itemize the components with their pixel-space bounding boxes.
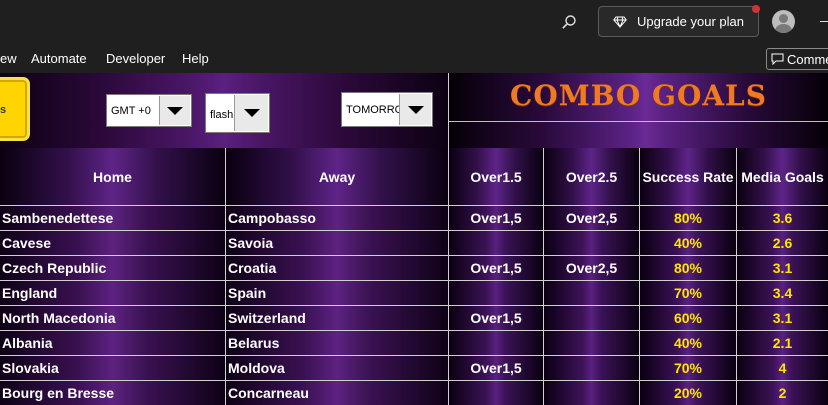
cell-media-goals[interactable]: 2.6 <box>737 230 828 255</box>
page-title: COMBO GOALS <box>510 79 767 112</box>
day-value: TOMORRO <box>346 104 404 116</box>
cell-over15[interactable] <box>449 280 544 305</box>
cell-away[interactable]: Belarus <box>226 330 449 355</box>
cell-media-goals[interactable]: 3.6 <box>737 205 828 230</box>
col-header-over15[interactable]: Over1.5 <box>449 148 544 205</box>
table-row: Slovakia Moldova Over1,5 70% 4 <box>0 355 828 380</box>
cell-over25[interactable] <box>544 230 640 255</box>
filter-dropdown[interactable]: flash <box>205 93 270 133</box>
col-header-over25[interactable]: Over2.5 <box>544 148 640 205</box>
cell-success-rate[interactable]: 60% <box>640 305 737 330</box>
cell-away[interactable]: Savoia <box>226 230 449 255</box>
avatar[interactable] <box>772 10 795 33</box>
cell-over15[interactable] <box>449 230 544 255</box>
col-header-away[interactable]: Away <box>226 148 449 205</box>
cell-over25[interactable] <box>544 280 640 305</box>
cell-away[interactable]: Concarneau <box>226 380 449 405</box>
chevron-down-icon[interactable] <box>399 94 431 125</box>
cell-media-goals[interactable]: 2.1 <box>737 330 828 355</box>
cell-home[interactable]: England <box>0 280 226 305</box>
ribbon-tabs: ew Automate Developer Help Comme <box>0 44 828 73</box>
cell-success-rate[interactable]: 80% <box>640 205 737 230</box>
chevron-down-icon[interactable] <box>234 95 268 131</box>
title-bar: Upgrade your plan <box>0 0 828 44</box>
cell-away[interactable]: Moldova <box>226 355 449 380</box>
cell-over25[interactable] <box>544 380 640 405</box>
timezone-dropdown[interactable]: GMT +0 <box>106 94 192 127</box>
spreadsheet-area: COMBO GOALS s GMT +0 flash TOMORRO Home … <box>0 73 828 405</box>
comment-icon <box>771 53 784 65</box>
cell-success-rate[interactable]: 40% <box>640 330 737 355</box>
cell-media-goals[interactable]: 3.1 <box>737 305 828 330</box>
cell-over15[interactable] <box>449 330 544 355</box>
diamond-icon <box>613 16 627 28</box>
table-header-row: Home Away Over1.5 Over2.5 Success Rate M… <box>0 148 828 205</box>
table-row: Cavese Savoia 40% 2.6 <box>0 230 828 255</box>
cell-media-goals[interactable]: 2 <box>737 380 828 405</box>
cell-over25[interactable] <box>544 305 640 330</box>
refresh-button-label: s <box>0 104 7 116</box>
table-row: Sambenedettese Campobasso Over1,5 Over2,5 80… <box>0 205 828 230</box>
upgrade-plan-button[interactable]: Upgrade your plan <box>598 6 759 37</box>
cell-success-rate[interactable]: 70% <box>640 280 737 305</box>
table-row: Bourg en Bresse Concarneau 20% 2 <box>0 380 828 405</box>
comments-label: Comme <box>787 51 828 67</box>
chevron-down-icon[interactable] <box>159 96 190 125</box>
refresh-button[interactable]: s <box>0 77 30 141</box>
cell-away[interactable]: Croatia <box>226 255 449 280</box>
table-row: Czech Republic Croatia Over1,5 Over2,5 80% 3.… <box>0 255 828 280</box>
cell-media-goals[interactable]: 3.4 <box>737 280 828 305</box>
notification-dot <box>752 5 760 13</box>
tab-view[interactable]: ew <box>0 51 17 66</box>
cell-away[interactable]: Campobasso <box>226 205 449 230</box>
search-icon[interactable] <box>556 10 582 34</box>
day-dropdown[interactable]: TOMORRO <box>341 92 433 127</box>
cell-success-rate[interactable]: 70% <box>640 355 737 380</box>
col-header-success-rate[interactable]: Success Rate <box>640 148 737 205</box>
cell-home[interactable]: Bourg en Bresse <box>0 380 226 405</box>
cell-home[interactable]: Cavese <box>0 230 226 255</box>
cell-away[interactable]: Switzerland <box>226 305 449 330</box>
col-header-media-goals[interactable]: Media Goals <box>737 148 828 205</box>
table-row: England Spain 70% 3.4 <box>0 280 828 305</box>
tab-help[interactable]: Help <box>182 51 209 66</box>
cell-over25[interactable] <box>544 355 640 380</box>
minimize-icon[interactable] <box>820 21 828 22</box>
cell-home[interactable]: Czech Republic <box>0 255 226 280</box>
cell-over25[interactable]: Over2,5 <box>544 205 640 230</box>
cell-media-goals[interactable]: 4 <box>737 355 828 380</box>
cell-over15[interactable] <box>449 380 544 405</box>
cell-media-goals[interactable]: 3.1 <box>737 255 828 280</box>
cell-success-rate[interactable]: 80% <box>640 255 737 280</box>
cell-home[interactable]: Slovakia <box>0 355 226 380</box>
cell-success-rate[interactable]: 20% <box>640 380 737 405</box>
cell-over15[interactable]: Over1,5 <box>449 305 544 330</box>
filter-value: flash <box>210 109 234 121</box>
table-row: North Macedonia Switzerland Over1,5 60% 3.1 <box>0 305 828 330</box>
upgrade-plan-label: Upgrade your plan <box>637 14 744 29</box>
cell-over25[interactable]: Over2,5 <box>544 255 640 280</box>
cell-over15[interactable]: Over1,5 <box>449 255 544 280</box>
cell-over25[interactable] <box>544 330 640 355</box>
cell-home[interactable]: Sambenedettese <box>0 205 226 230</box>
col-header-home[interactable]: Home <box>0 148 226 205</box>
tab-automate[interactable]: Automate <box>31 51 87 66</box>
cell-home[interactable]: Albania <box>0 330 226 355</box>
cell-over15[interactable]: Over1,5 <box>449 205 544 230</box>
cell-home[interactable]: North Macedonia <box>0 305 226 330</box>
cell-over15[interactable]: Over1,5 <box>449 355 544 380</box>
cell-away[interactable]: Spain <box>226 280 449 305</box>
cell-success-rate[interactable]: 40% <box>640 230 737 255</box>
timezone-value: GMT +0 <box>111 105 151 117</box>
comments-button[interactable]: Comme <box>766 48 828 70</box>
tab-developer[interactable]: Developer <box>106 51 165 66</box>
table-row: Albania Belarus 40% 2.1 <box>0 330 828 355</box>
